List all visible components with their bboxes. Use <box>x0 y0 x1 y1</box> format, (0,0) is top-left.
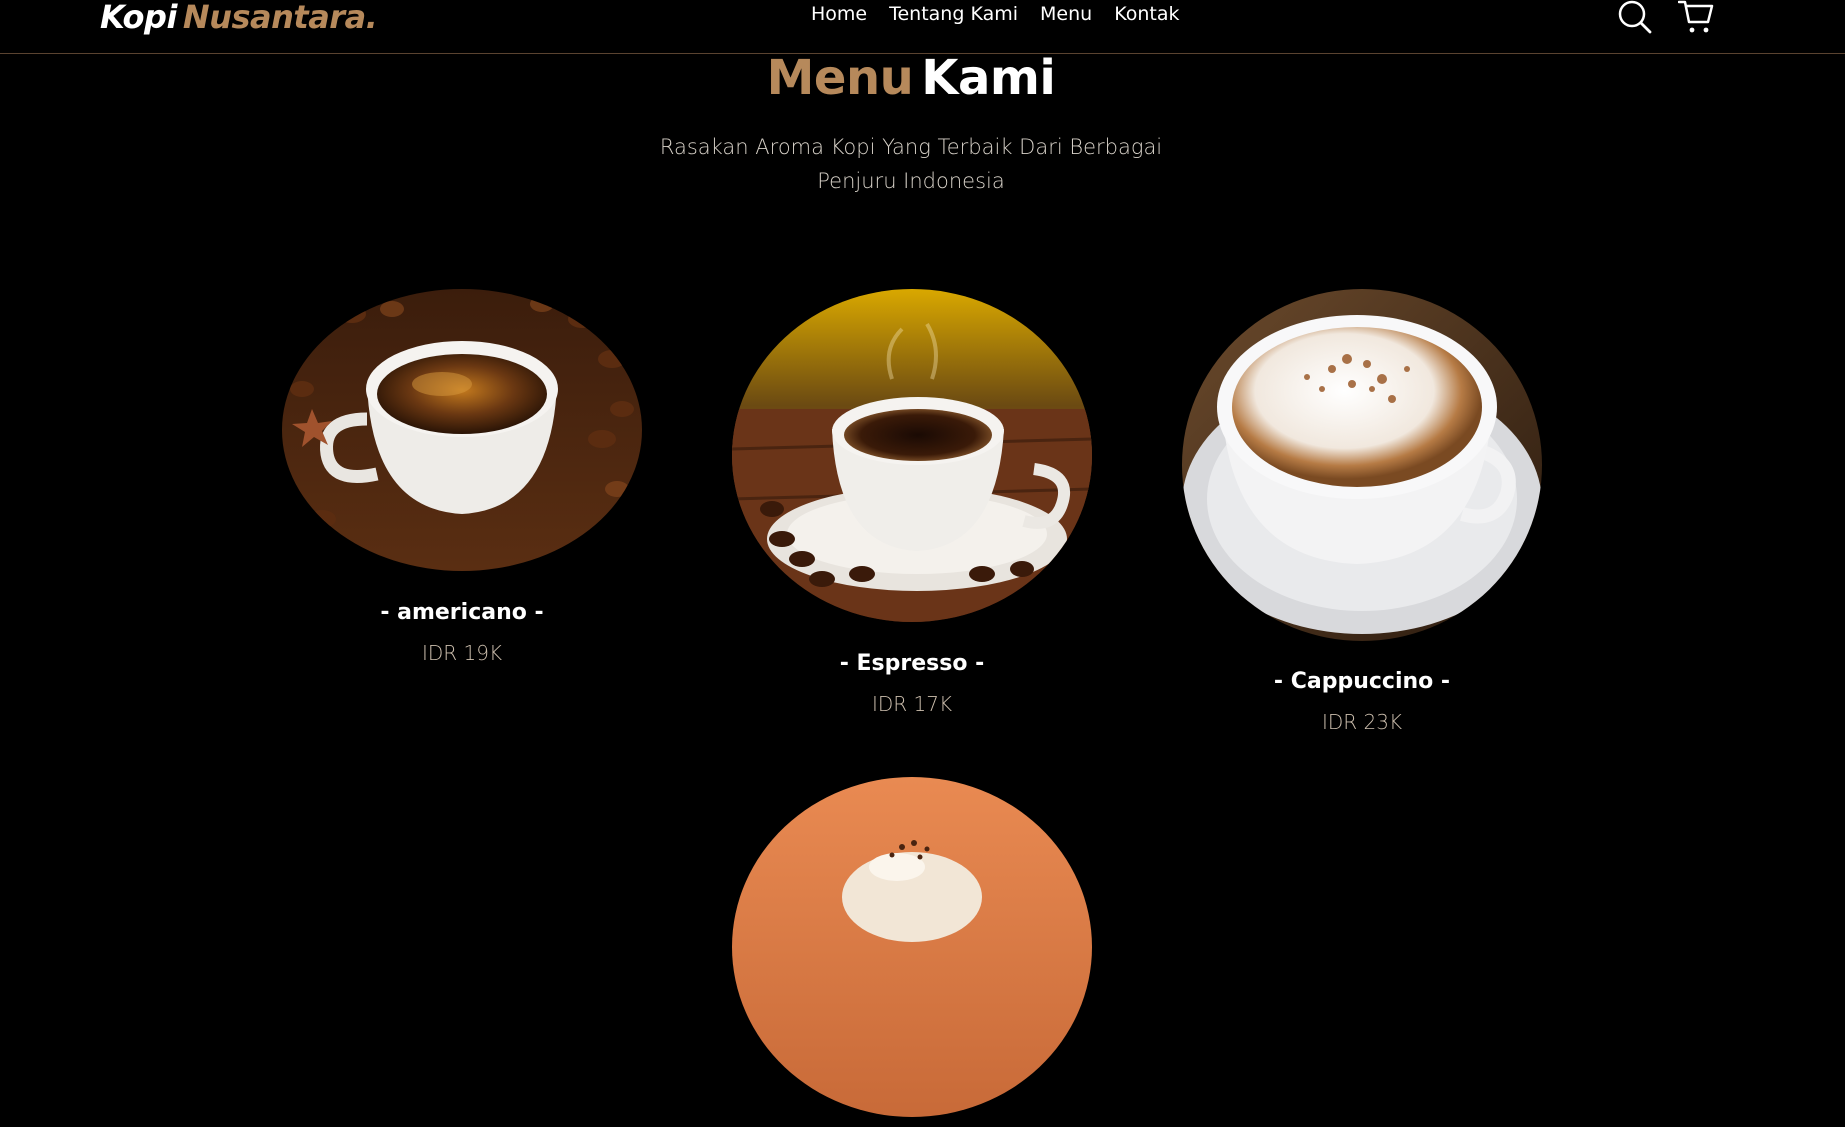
menu-title-part1: Menu <box>766 50 914 106</box>
espresso-image <box>732 289 1092 622</box>
nav-icons <box>1618 0 1718 34</box>
brand-name-part2: Nusantara. <box>182 0 378 36</box>
nav-link-tentang-kami[interactable]: Tentang Kami <box>889 0 1018 28</box>
menu-card-americano: - americano - IDR 19K <box>282 289 642 668</box>
brand-name-part1: Kopi <box>100 0 177 36</box>
menu-card-4 <box>732 777 1092 1127</box>
cappuccino-image <box>1182 289 1542 641</box>
item-price: IDR 23K <box>1321 710 1403 734</box>
americano-image <box>282 289 642 571</box>
item-name: - Cappuccino - <box>1273 669 1451 694</box>
main-nav: Home Tentang Kami Menu Kontak <box>811 0 1179 28</box>
item-price: IDR 17K <box>871 692 953 716</box>
item-price: IDR 19K <box>421 641 503 665</box>
menu-item-4-image <box>732 777 1092 1117</box>
item-name: - americano - <box>380 600 544 625</box>
nav-link-home[interactable]: Home <box>811 0 867 28</box>
search-icon[interactable] <box>1618 0 1652 38</box>
menu-title: Menu Kami <box>0 50 1822 106</box>
navbar: Kopi Nusantara. Home Tentang Kami Menu Ko… <box>0 0 1845 54</box>
nav-link-menu[interactable]: Menu <box>1040 0 1092 28</box>
menu-title-part2: Kami <box>921 50 1056 106</box>
brand-logo[interactable]: Kopi Nusantara. <box>100 0 378 36</box>
menu-card-cappuccino: - Cappuccino - IDR 23K <box>1182 289 1542 737</box>
nav-link-kontak[interactable]: Kontak <box>1114 0 1179 28</box>
item-name: - Espresso - <box>839 651 985 676</box>
menu-subtitle: Rasakan Aroma Kopi Yang Terbaik Dari Ber… <box>659 135 1163 193</box>
menu-card-espresso: - Espresso - IDR 17K <box>732 289 1092 719</box>
cart-icon[interactable] <box>1677 0 1714 38</box>
